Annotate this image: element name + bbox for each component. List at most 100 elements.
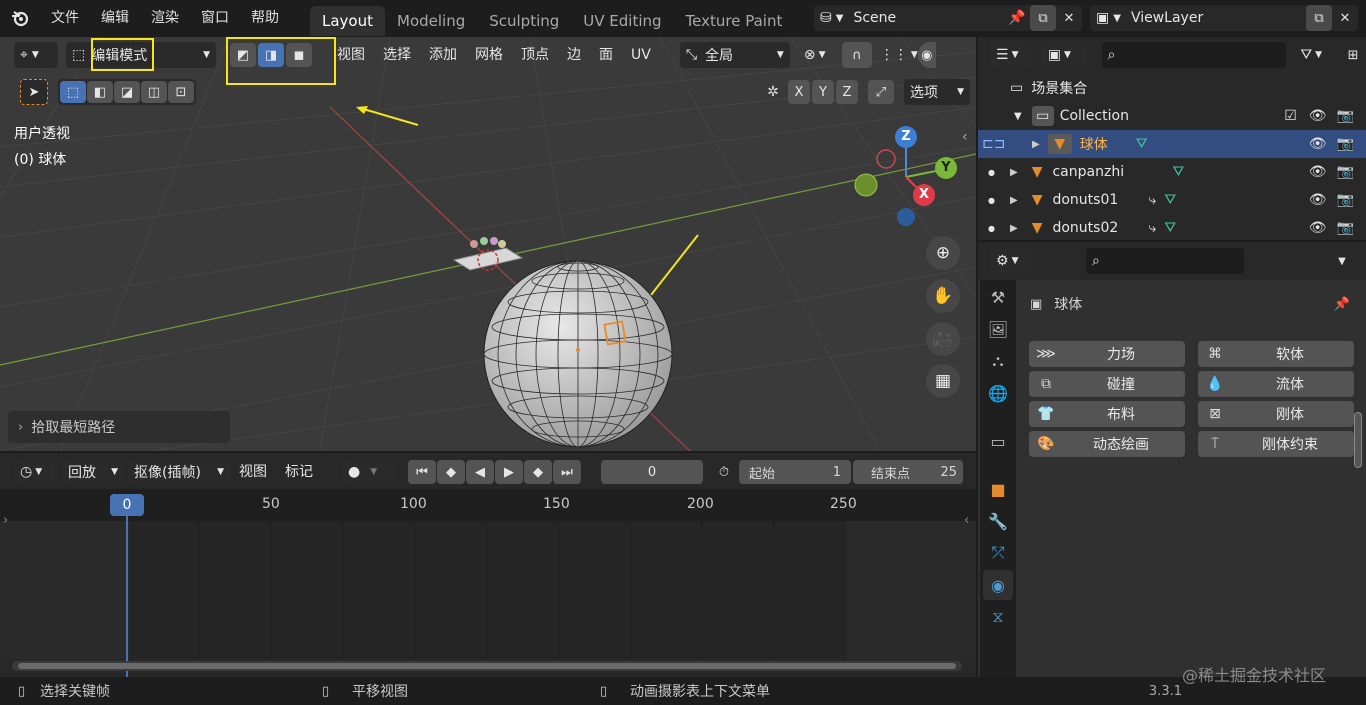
chevron-right-icon[interactable]: › [3,513,8,528]
menu-help[interactable]: 帮助 [240,0,290,36]
tool-tab-icon[interactable]: ⚒ [983,282,1013,312]
menu-uv[interactable]: UV [622,39,660,71]
display-mode-dropdown[interactable]: ▣ ▼ [1041,42,1086,68]
dynamic-paint-button[interactable]: 🎨 动态绘画 [1029,431,1185,457]
outliner-row-collection[interactable]: ▼ ▭ Collection ☑ 👁 📷 [978,102,1366,130]
rigid-body-constraint-button[interactable]: ⍑ 刚体约束 [1198,431,1354,457]
snap-target-dropdown[interactable]: ⋮⋮ ▼ [874,42,918,68]
perspective-grid-icon[interactable]: ▦ [926,364,960,398]
outliner-row-object[interactable]: ● ▶ ▼ donuts01 ⤷ ⛛ 👁 📷 [978,186,1366,214]
pivot-dropdown[interactable]: ⊗ ▼ [798,42,838,68]
select-subtract-icon[interactable]: ◪ [114,81,140,103]
properties-search-input[interactable]: ⌕ [1086,248,1244,274]
camera-icon[interactable]: 🎥 [926,322,960,356]
new-view-layer-icon[interactable]: ⧉ [1306,5,1332,31]
keying-dropdown[interactable]: 抠像(插帧) ▼ [128,459,230,485]
gizmo-y[interactable]: Y [935,157,957,179]
outliner-row-object[interactable]: ● ▶ ▼ canpanzhi ⛛ 👁 📷 [978,158,1366,186]
jump-start-icon[interactable]: ⏮ [408,460,436,484]
modifier-icon[interactable]: ⤷ [1148,220,1156,236]
chevron-right-icon[interactable]: ▶ [1032,139,1040,150]
camera-icon[interactable]: 📷 [1337,220,1354,236]
timeline-scrollbar[interactable] [12,661,962,671]
orientation-dropdown[interactable]: ⤡ 全局 ▼ [679,42,790,68]
camera-icon[interactable]: 📷 [1337,136,1354,152]
mesh-data-icon[interactable]: ⛛ [1172,164,1308,180]
editor-type-dropdown[interactable]: ◷ ▼ [14,459,54,485]
view-layer-selector[interactable]: ▣ ▼ ViewLayer ⧉ ✕ [1090,5,1358,31]
outliner-panel[interactable]: ☰ ▼ ▣ ▼ ⌕ ⛛ ▼ ⊞ ▭ 场景集合 ▼ ▭ Collection ☑ 👁 📷… [978,37,1366,240]
fluid-button[interactable]: 💧 流体 [1198,371,1354,397]
eye-icon[interactable]: 👁 [1309,192,1327,208]
panel-options-icon[interactable]: ▼ [1328,248,1356,274]
current-frame-field[interactable]: 0 [601,460,703,484]
menu-file[interactable]: 文件 [40,0,90,36]
chevron-left-icon[interactable]: ‹ [962,129,968,145]
sphere-mesh[interactable] [478,257,678,451]
properties-panel[interactable]: ⚙ ▼ ⌕ ▼ ⚒ 🖼 ⛬ 🌐 ▭ ■ 🔧 ⤱ ◉ ⧖ ▣ 球体 📌 ⋙ 力场 ⌘ 软… [978,242,1366,677]
chevron-left-icon[interactable]: ‹ [964,513,969,528]
proportional-edit-icon[interactable]: ◉ [917,42,936,68]
next-keyframe-icon[interactable]: ◆ [524,460,552,484]
menu-face[interactable]: 面 [590,39,622,71]
view-layer-name[interactable]: ViewLayer [1131,10,1306,26]
pin-icon[interactable]: 📌 [1334,297,1350,312]
jump-end-icon[interactable]: ⏭ [553,460,581,484]
snap-icon[interactable]: ∩ [841,42,872,68]
gizmo-x[interactable]: X [913,184,935,206]
editor-type-dropdown[interactable]: ⚙ ▼ [990,248,1032,274]
select-new-icon[interactable]: ⬚ [60,81,86,103]
pan-hand-icon[interactable]: ✋ [926,279,960,313]
mirror-x-button[interactable]: X [788,80,810,104]
tab-texture-paint[interactable]: Texture Paint [674,6,795,36]
edit-mode-icon[interactable]: ⊏⊐ [982,136,1032,152]
force-field-button[interactable]: ⋙ 力场 [1029,341,1185,367]
menu-render[interactable]: 渲染 [140,0,190,36]
physics-tab-icon[interactable]: ◉ [983,570,1013,600]
outliner-row-scene-collection[interactable]: ▭ 场景集合 [978,74,1366,102]
tab-layout[interactable]: Layout [310,5,385,36]
outliner-search-input[interactable]: ⌕ [1101,42,1287,68]
close-icon[interactable]: ✕ [1056,5,1082,31]
end-frame-field[interactable]: 结束点 25 [853,460,963,484]
timeline-menu-marker[interactable]: 标记 [276,456,322,488]
world-tab-icon[interactable]: 🌐 [983,378,1013,408]
scene-tab-icon[interactable]: ⛬ [983,346,1013,376]
play-reverse-icon[interactable]: ◀ [466,460,494,484]
chevron-right-icon[interactable]: ▶ [1010,223,1018,234]
mirror-icon[interactable]: ✲ [760,79,786,105]
last-operator-panel[interactable]: › 拾取最短路径 [8,411,230,443]
mesh-data-icon[interactable]: ⛛ [1164,192,1308,208]
mesh-data-icon[interactable]: ⛛ [1164,220,1308,236]
timeline-menu-view[interactable]: 视图 [230,456,276,488]
start-frame-field[interactable]: 起始 1 [739,460,851,484]
tab-sculpting[interactable]: Sculpting [477,6,571,36]
editor-type-dropdown[interactable]: ⌖ ▼ [14,42,58,68]
close-icon[interactable]: ✕ [1332,5,1358,31]
camera-icon[interactable]: 📷 [1337,164,1354,180]
mesh-data-icon[interactable]: ⛛ [1136,136,1309,152]
blender-logo-icon[interactable] [0,0,40,36]
pin-icon[interactable]: 📌 [1004,10,1030,26]
editor-type-dropdown[interactable]: ☰ ▼ [990,42,1032,68]
filter-dropdown[interactable]: ⛛ ▼ [1294,42,1338,68]
camera-icon[interactable]: 📷 [1337,192,1354,208]
chevron-right-icon[interactable]: ▶ [1010,195,1018,206]
menu-edit[interactable]: 编辑 [90,0,140,36]
eye-icon[interactable]: 👁 [1309,220,1327,236]
playback-dropdown[interactable]: 回放 ▼ [62,459,124,485]
menu-mesh[interactable]: 网格 [466,39,512,71]
select-extend-icon[interactable]: ◧ [87,81,113,103]
chevron-down-icon[interactable]: ▼ [1014,111,1022,122]
outliner-row-object[interactable]: ● ▶ ▼ donuts02 ⤷ ⛛ 👁 📷 [978,214,1366,242]
new-collection-icon[interactable]: ⊞ [1340,42,1366,68]
tab-modeling[interactable]: Modeling [385,6,477,36]
prev-keyframe-icon[interactable]: ◆ [437,460,465,484]
soft-body-button[interactable]: ⌘ 软体 [1198,341,1354,367]
auto-merge-icon[interactable]: ⤢ [868,80,894,104]
scene-selector[interactable]: ⛁ ▼ Scene 📌 ⧉ ✕ [814,5,1082,31]
stopwatch-icon[interactable]: ⏱ [709,460,739,484]
new-scene-icon[interactable]: ⧉ [1030,5,1056,31]
checkbox-icon[interactable]: ☑ [1284,108,1297,124]
particles-tab-icon[interactable]: ⤱ [983,538,1013,568]
